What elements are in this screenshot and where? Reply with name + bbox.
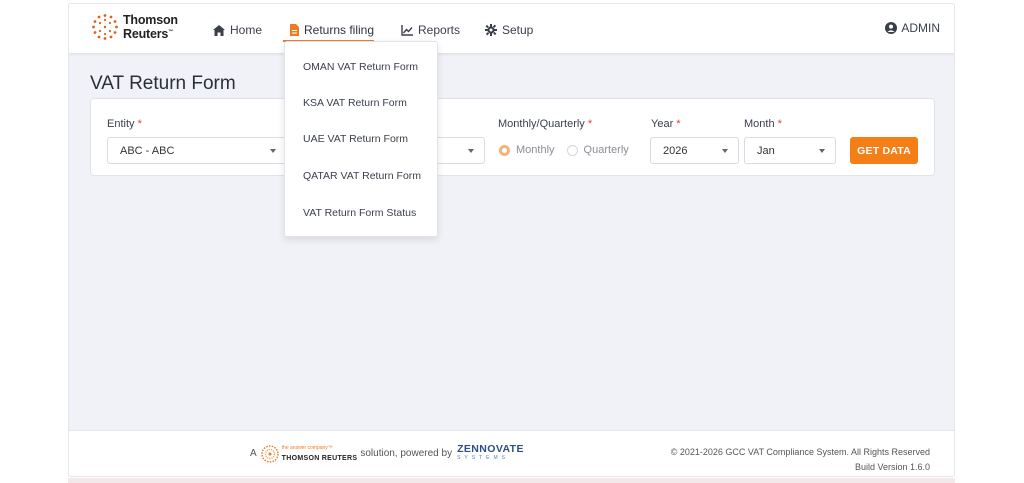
zennovate-sub: SYSTEMS — [457, 454, 509, 461]
top-navbar: Thomson Reuters™ Home Returns filing Rep… — [69, 4, 954, 53]
month-value: Jan — [757, 145, 775, 157]
nav-returns-filing-label: Returns filing — [304, 23, 375, 37]
nav-returns-filing[interactable]: Returns filing — [290, 21, 374, 39]
zennovate-logo: ZENNOVATE SYSTEMS — [457, 442, 524, 463]
footer-credits: A the answer company™ THOMSON REUTERS so… — [250, 442, 524, 463]
brand-line2: Reuters — [123, 27, 169, 42]
menu-item-oman-vat-return-form[interactable]: OMAN VAT Return Form — [303, 61, 418, 73]
chevron-down-icon — [468, 149, 474, 153]
brand-logo[interactable]: Thomson Reuters™ — [91, 13, 178, 41]
chevron-down-icon — [270, 149, 276, 153]
month-select[interactable]: Jan — [744, 137, 836, 164]
user-menu[interactable]: ADMIN — [885, 21, 940, 35]
entity-value: ABC - ABC — [120, 145, 175, 157]
footer-info: © 2021-2026 GCC VAT Compliance System. A… — [671, 445, 930, 475]
brand-line1: Thomson — [123, 12, 178, 27]
zennovate-name: ZENNOVATE — [457, 442, 524, 455]
footer-prefix: A — [250, 448, 257, 459]
copyright-text: © 2021-2026 GCC VAT Compliance System. A… — [670, 447, 930, 457]
nav-reports-label: Reports — [418, 23, 461, 37]
quarterly-radio-label[interactable]: Quarterly — [584, 144, 629, 156]
brand-tm: ™ — [168, 28, 173, 35]
menu-item-ksa-vat-return-form[interactable]: KSA VAT Return Form — [303, 97, 407, 109]
period-type-label: Monthly/Quarterly * — [498, 118, 593, 130]
menu-item-vat-return-form-status[interactable]: VAT Return Form Status — [303, 207, 416, 219]
monthly-radio-label[interactable]: Monthly — [516, 144, 555, 156]
line-chart-icon — [401, 24, 413, 36]
footer-middle-text: solution, powered by — [360, 448, 453, 459]
year-label: Year * — [651, 118, 681, 130]
entity-select[interactable]: ABC - ABC — [107, 137, 287, 164]
tr-name: THOMSON REUTERS — [281, 455, 358, 462]
footer: A the answer company™ THOMSON REUTERS so… — [69, 430, 954, 476]
menu-item-qatar-vat-return-form[interactable]: QATAR VAT Return Form — [303, 170, 421, 182]
period-type-radio-group: Monthly Quarterly — [499, 144, 641, 156]
get-data-button[interactable]: GET DATA — [850, 137, 918, 164]
nav-home-label: Home — [230, 23, 263, 37]
chevron-down-icon — [722, 149, 728, 153]
nav-setup[interactable]: Setup — [485, 21, 533, 39]
app-window: Thomson Reuters™ Home Returns filing Rep… — [68, 3, 955, 477]
build-version: Build Version 1.6.0 — [854, 462, 930, 472]
thomson-reuters-small-logo-icon — [260, 444, 279, 463]
year-value: 2026 — [663, 145, 688, 157]
filter-card: Entity * ABC - ABC Monthly/Quarterly * M… — [90, 98, 935, 176]
year-select[interactable]: 2026 — [650, 137, 739, 164]
monthly-radio[interactable] — [499, 144, 510, 156]
thomson-reuters-logo-icon — [92, 14, 118, 40]
quarterly-radio[interactable] — [566, 144, 578, 156]
home-icon — [213, 24, 225, 36]
gear-icon — [485, 24, 497, 36]
user-name: ADMIN — [901, 21, 940, 35]
file-icon — [290, 24, 299, 36]
user-circle-icon — [885, 22, 898, 34]
nav-setup-label: Setup — [502, 23, 534, 37]
nav-reports[interactable]: Reports — [401, 21, 460, 39]
bottom-strip — [68, 478, 955, 483]
thomson-reuters-wordmark: the answer company™ THOMSON REUTERS — [282, 444, 358, 463]
returns-filing-dropdown-menu: OMAN VAT Return Form KSA VAT Return Form… — [284, 41, 438, 237]
menu-item-uae-vat-return-form[interactable]: UAE VAT Return Form — [303, 133, 408, 145]
tr-tagline: the answer company™ — [281, 445, 333, 451]
page-title: VAT Return Form — [90, 73, 236, 94]
month-label: Month * — [744, 118, 782, 130]
chevron-down-icon — [819, 149, 825, 153]
entity-label: Entity * — [107, 118, 142, 130]
nav-home[interactable]: Home — [213, 21, 262, 39]
brand-name: Thomson Reuters™ — [123, 12, 178, 42]
